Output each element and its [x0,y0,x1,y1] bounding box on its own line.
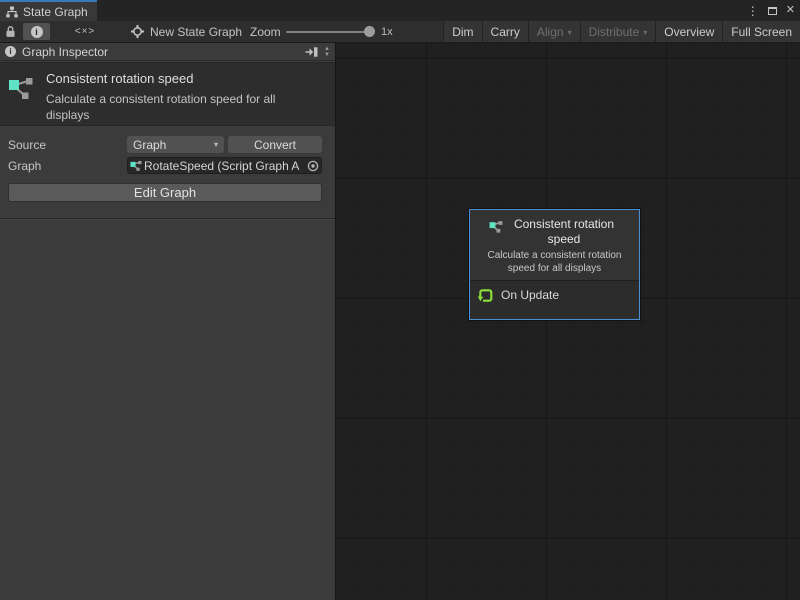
crosshair-icon [131,25,144,38]
zoom-label: Zoom [250,21,281,42]
close-icon[interactable]: ✕ [786,5,795,16]
tab-title: State Graph [23,5,88,19]
graph-object-field[interactable]: RotateSpeed (Script Graph A [127,157,322,174]
lock-button[interactable] [5,21,16,42]
on-update-label: On Update [501,288,559,302]
new-state-graph-label: New State Graph [150,25,242,39]
tab-state-graph[interactable]: State Graph [0,0,97,21]
zoom-slider-track[interactable] [286,31,372,33]
graph-title: Consistent rotation speed [46,71,193,86]
toolbar-right-group: Dim Carry Align ▾ Distribute ▾ Overview … [443,21,800,42]
full-screen-label: Full Screen [731,25,792,39]
graph-summary-box: Consistent rotation speed Calculate a co… [0,62,335,126]
graph-inspector-title: Graph Inspector [22,45,299,59]
state-node-title: Consistent rotation speed [508,217,620,247]
graph-object-value: RotateSpeed (Script Graph A [144,159,304,173]
state-node-consistent-rotation-speed[interactable]: Consistent rotation speed Calculate a co… [469,209,640,320]
distribute-button[interactable]: Distribute ▾ [580,21,656,42]
full-screen-button[interactable]: Full Screen [722,21,800,42]
carry-button[interactable]: Carry [482,21,528,42]
distribute-label: Distribute [589,25,640,39]
convert-button[interactable]: Convert [228,136,322,153]
dock-panel-icon[interactable] [305,47,318,57]
source-label: Source [8,138,46,152]
graph-toolbar: i <×> New State Graph Zoom 1x Dim Carry … [0,21,800,43]
panel-divider [0,218,335,219]
graph-description: Calculate a consistent rotation speed fo… [46,91,314,123]
carry-label: Carry [491,25,520,39]
state-node-description: Calculate a consistent rotation speed fo… [474,249,635,275]
script-graph-icon [489,220,503,234]
zoom-slider-handle[interactable] [364,26,375,37]
code-view-icon: <×> [75,26,96,37]
align-button[interactable]: Align ▾ [528,21,580,42]
state-node-header: Consistent rotation speed Calculate a co… [470,210,639,280]
code-view-button[interactable]: <×> [56,21,114,42]
new-state-graph-button[interactable]: New State Graph [131,21,242,42]
graph-inspector-header: i Graph Inspector ▲ ▼ [0,43,335,61]
convert-label: Convert [254,138,296,152]
state-graph-icon [6,6,18,18]
zoom-value: 1x [381,21,393,42]
align-label: Align [537,25,564,39]
source-dropdown-value: Graph [133,138,166,152]
chevron-down-icon: ▾ [643,28,647,37]
chevron-down-icon: ▾ [214,140,218,149]
on-update-icon [477,287,494,304]
window-menu-icon[interactable]: ⋮ [747,5,759,17]
maximize-icon[interactable] [768,7,777,15]
source-dropdown[interactable]: Graph ▾ [127,136,224,153]
chevron-down-icon: ▾ [568,28,572,37]
object-picker-icon [307,160,319,172]
source-row: Source Graph ▾ Convert [0,136,336,154]
dim-label: Dim [452,25,473,39]
edit-graph-button[interactable]: Edit Graph [8,183,322,202]
object-picker-button[interactable] [306,160,320,172]
title-bar: State Graph ⋮ ✕ [0,0,800,21]
inspector-toggle-button[interactable]: i [23,23,50,40]
graph-canvas[interactable]: Consistent rotation speed Calculate a co… [336,43,800,600]
overview-label: Overview [664,25,714,39]
script-graph-icon [8,76,34,102]
info-icon: i [31,26,43,38]
dim-button[interactable]: Dim [443,21,481,42]
lock-icon [5,25,16,38]
edit-graph-label: Edit Graph [134,185,196,200]
info-icon: i [5,46,16,57]
graph-field-label: Graph [8,159,41,173]
graph-inspector-panel: i Graph Inspector ▲ ▼ Consistent rotatio… [0,43,336,600]
overview-button[interactable]: Overview [655,21,722,42]
scrub-down-icon: ▼ [324,52,330,58]
window-scrubber[interactable]: ▲ ▼ [324,46,330,58]
graph-field-row: Graph RotateSpeed (Script Graph A [0,157,336,175]
script-graph-icon [130,160,142,172]
state-node-events: On Update [470,280,639,319]
